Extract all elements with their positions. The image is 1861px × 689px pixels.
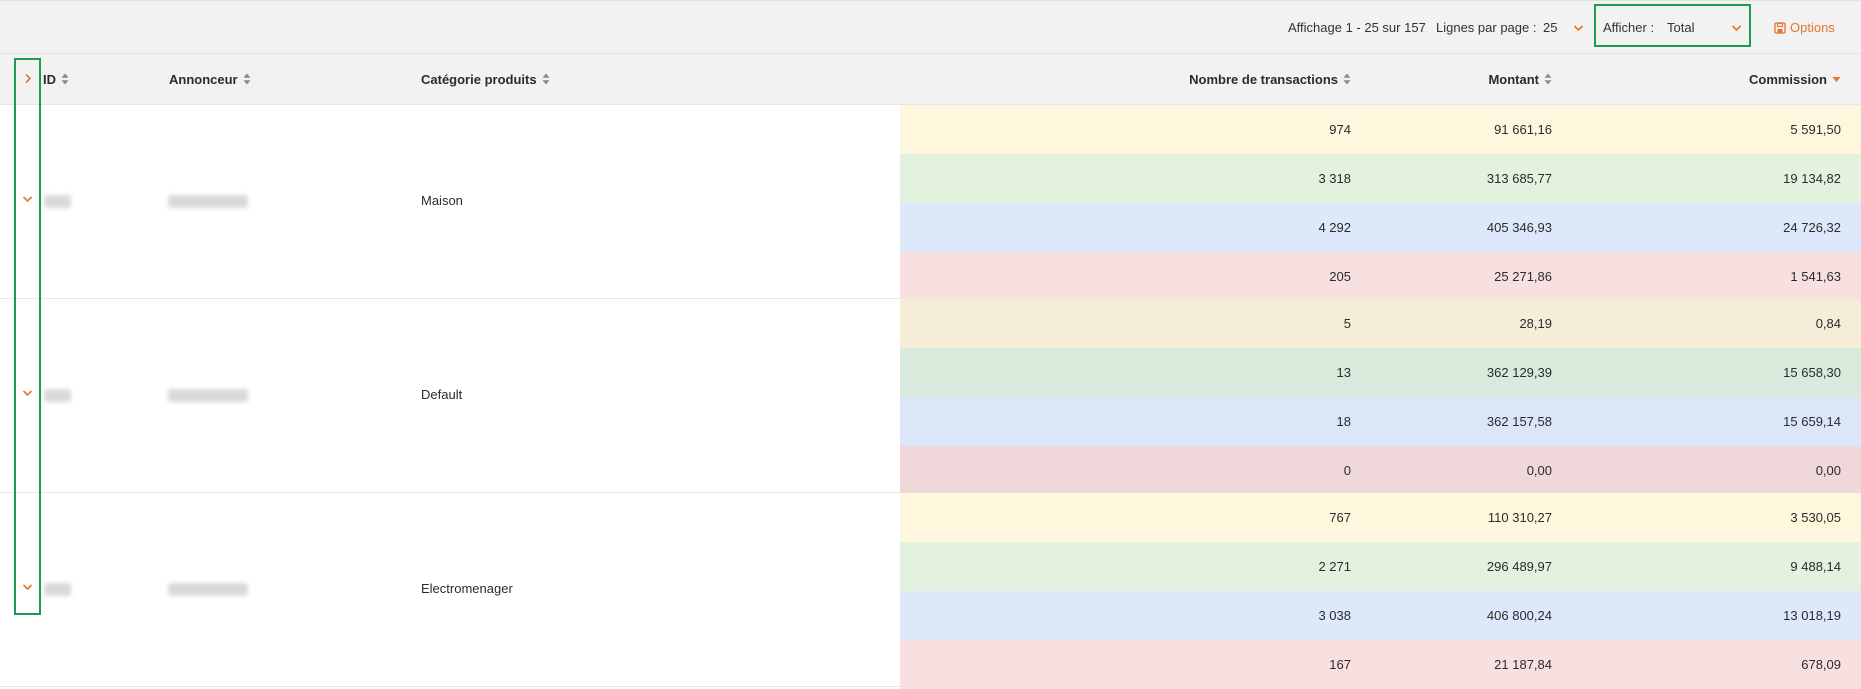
table-row: 3 318 313 685,77 19 134,82	[900, 154, 1861, 203]
cell-commission: 9 488,14	[1790, 559, 1841, 574]
chevron-down-icon[interactable]	[22, 579, 33, 594]
rows-per-page-label: Lignes par page :	[1436, 20, 1537, 35]
cell-transactions: 18	[1336, 414, 1351, 429]
cell-montant: 110 310,27	[1487, 510, 1552, 525]
table-row: 205 25 271,86 1 541,63	[900, 252, 1861, 301]
cell-montant: 28,19	[1519, 316, 1552, 331]
chevron-down-icon[interactable]	[1731, 1, 1742, 55]
table-row-group: Default 5 28,19 0,84 13 362 129,39 15 65…	[0, 299, 1861, 495]
sort-desc-icon[interactable]	[1832, 55, 1841, 106]
table-row: 167 21 187,84 678,09	[900, 640, 1861, 689]
options-label: Options	[1790, 20, 1835, 35]
column-header-label: Nombre de transactions	[1189, 72, 1338, 87]
column-header-transactions[interactable]: Nombre de transactions	[1189, 54, 1351, 105]
table-row-group: Electromenager 767 110 310,27 3 530,05 2…	[0, 493, 1861, 689]
display-mode-value[interactable]: Total	[1667, 1, 1694, 55]
chevron-right-icon[interactable]	[24, 54, 32, 105]
sort-icon[interactable]	[243, 55, 251, 106]
group-info: Maison	[0, 105, 900, 299]
cell-commission: 678,09	[1801, 657, 1841, 672]
redacted-id	[44, 389, 71, 402]
table-row: 767 110 310,27 3 530,05	[900, 493, 1861, 542]
cell-transactions: 3 038	[1318, 608, 1351, 623]
column-header-id[interactable]: ID	[43, 54, 69, 105]
cell-commission: 3 530,05	[1790, 510, 1841, 525]
cell-montant: 25 271,86	[1494, 269, 1552, 284]
sort-icon[interactable]	[542, 55, 550, 106]
table-row: 5 28,19 0,84	[900, 299, 1861, 348]
cell-commission: 0,00	[1815, 463, 1841, 478]
pagination-info: Affichage 1 - 25 sur 157	[1288, 20, 1426, 35]
category-label: Electromenager	[421, 581, 513, 596]
column-header-label: Montant	[1488, 72, 1539, 87]
cell-transactions: 5	[1343, 316, 1351, 331]
cell-commission: 13 018,19	[1783, 608, 1841, 623]
redacted-annonceur	[168, 389, 248, 402]
table-row: 13 362 129,39 15 658,30	[900, 348, 1861, 397]
redacted-annonceur	[168, 195, 248, 208]
column-header-montant[interactable]: Montant	[1488, 54, 1552, 105]
cell-transactions: 4 292	[1318, 220, 1351, 235]
column-header-label: Annonceur	[169, 72, 238, 87]
cell-montant: 296 489,97	[1486, 559, 1552, 574]
page: Affichage 1 - 25 sur 157 Lignes par page…	[0, 0, 1861, 689]
group-info: Electromenager	[0, 493, 900, 687]
rows-per-page-select[interactable]: 25	[1543, 1, 1557, 55]
cell-montant: 406 800,24	[1486, 608, 1552, 623]
cell-commission: 15 659,14	[1783, 414, 1841, 429]
options-button[interactable]: Options	[1774, 1, 1835, 55]
sort-icon[interactable]	[1343, 55, 1351, 106]
table-row: 974 91 661,16 5 591,50	[900, 105, 1861, 154]
column-header-label: Catégorie produits	[421, 72, 537, 87]
table-row: 0 0,00 0,00	[900, 446, 1861, 495]
table-row-group: Maison 974 91 661,16 5 591,50 3 318 313 …	[0, 105, 1861, 301]
redacted-annonceur	[168, 583, 248, 596]
cell-commission: 24 726,32	[1783, 220, 1841, 235]
save-icon	[1774, 22, 1786, 34]
cell-commission: 1 541,63	[1790, 269, 1841, 284]
cell-transactions: 3 318	[1318, 171, 1351, 186]
column-header-categorie[interactable]: Catégorie produits	[421, 54, 550, 105]
chevron-down-icon[interactable]	[1573, 1, 1584, 55]
cell-transactions: 0	[1343, 463, 1351, 478]
cell-transactions: 974	[1329, 122, 1351, 137]
table-row: 2 271 296 489,97 9 488,14	[900, 542, 1861, 591]
cell-montant: 0,00	[1526, 463, 1552, 478]
cell-montant: 362 129,39	[1486, 365, 1552, 380]
cell-commission: 5 591,50	[1790, 122, 1841, 137]
cell-transactions: 205	[1329, 269, 1351, 284]
display-mode-label: Afficher :	[1603, 20, 1655, 35]
cell-commission: 15 658,30	[1783, 365, 1841, 380]
column-header-commission[interactable]: Commission	[1749, 54, 1841, 105]
cell-montant: 313 685,77	[1486, 171, 1552, 186]
chevron-down-icon[interactable]	[22, 191, 33, 206]
cell-commission: 0,84	[1815, 316, 1841, 331]
cell-montant: 405 346,93	[1486, 220, 1552, 235]
redacted-id	[44, 195, 71, 208]
cell-commission: 19 134,82	[1783, 171, 1841, 186]
table-row: 18 362 157,58 15 659,14	[900, 397, 1861, 446]
cell-transactions: 767	[1329, 510, 1351, 525]
cell-transactions: 13	[1336, 365, 1351, 380]
category-label: Default	[421, 387, 463, 402]
table-toolbar: Affichage 1 - 25 sur 157 Lignes par page…	[0, 0, 1861, 54]
redacted-id	[44, 583, 71, 596]
table-header: ID Annonceur Catégorie produits Nombre d…	[0, 54, 1861, 105]
sort-icon[interactable]	[1544, 55, 1552, 106]
table-body: Maison 974 91 661,16 5 591,50 3 318 313 …	[0, 105, 1861, 689]
column-header-label: Commission	[1748, 72, 1827, 87]
cell-montant: 91 661,16	[1494, 122, 1552, 137]
table-row: 4 292 405 346,93 24 726,32	[900, 203, 1861, 252]
cell-transactions: 2 271	[1318, 559, 1351, 574]
column-header-annonceur[interactable]: Annonceur	[169, 54, 251, 105]
group-info: Default	[0, 299, 900, 493]
column-header-label: ID	[43, 72, 56, 87]
table-row: 3 038 406 800,24 13 018,19	[900, 591, 1861, 640]
cell-montant: 21 187,84	[1494, 657, 1552, 672]
sort-icon[interactable]	[61, 55, 69, 106]
cell-transactions: 167	[1329, 657, 1351, 672]
chevron-down-icon[interactable]	[22, 385, 33, 400]
cell-montant: 362 157,58	[1486, 414, 1552, 429]
category-label: Maison	[421, 193, 463, 208]
